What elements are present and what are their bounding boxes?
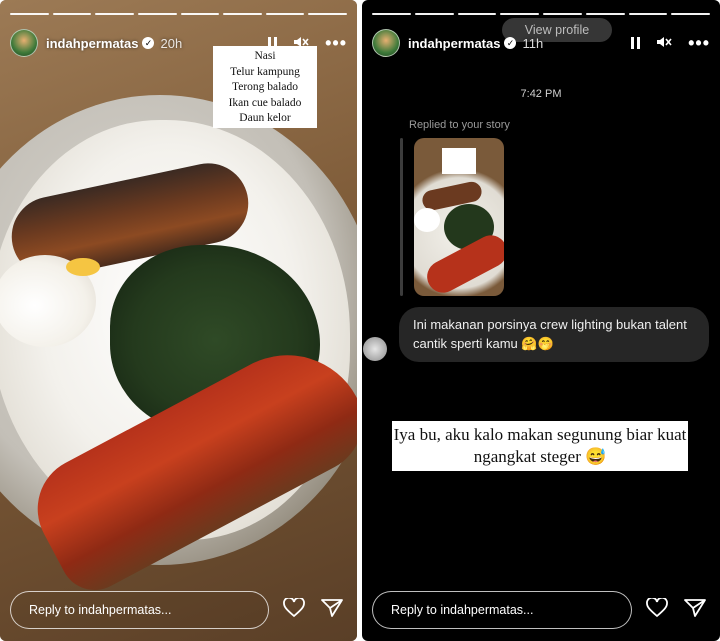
progress-segment (372, 13, 411, 15)
reply-bar: Reply to indahpermatas... (10, 591, 345, 629)
reply-bar: Reply to indahpermatas... (372, 591, 708, 629)
mute-icon[interactable] (656, 35, 672, 51)
sender-avatar[interactable] (363, 337, 387, 361)
send-icon[interactable] (682, 598, 708, 622)
right-dm-panel: View profile indahpermatas ✓ 11h ••• 7:4… (362, 0, 720, 641)
message-bubble: Ini makanan porsinya crew lighting bukan… (399, 307, 709, 362)
time-ago: 11h (522, 35, 544, 51)
progress-segment (414, 13, 454, 15)
progress-segment (223, 13, 262, 15)
verified-badge-icon: ✓ (142, 37, 155, 49)
replied-to-story-label: Replied to your story (409, 119, 510, 131)
menu-caption: Nasi Telur kampung Terong balado Ikan cu… (213, 46, 317, 128)
username[interactable]: indahpermatas (46, 36, 138, 51)
verified-badge-icon: ✓ (504, 37, 517, 49)
story-caption: Iya bu, aku kalo makan segunung biar kua… (392, 421, 688, 471)
heart-icon[interactable] (644, 596, 670, 622)
heart-icon[interactable] (281, 596, 307, 622)
menu-line: Terong balado (232, 81, 298, 93)
progress-segment (10, 13, 49, 15)
progress-segment (95, 13, 134, 15)
reply-input[interactable]: Reply to indahpermatas... (10, 591, 269, 629)
send-icon[interactable] (319, 598, 345, 622)
avatar[interactable] (372, 29, 400, 57)
left-story-panel: indahpermatas ✓ 20h ••• Nasi Telur kampu… (0, 0, 357, 641)
menu-line: Daun kelor (239, 112, 291, 124)
time-ago: 20h (160, 35, 183, 51)
progress-segment (671, 13, 710, 15)
username[interactable]: indahpermatas (408, 36, 500, 51)
reply-quote-line (400, 138, 403, 296)
menu-line: Telur kampung (230, 65, 300, 78)
egg-yolk (66, 258, 100, 276)
message-timestamp: 7:42 PM (520, 88, 562, 100)
progress-segment (137, 13, 177, 15)
progress-segment (457, 13, 497, 15)
story-thumbnail[interactable] (414, 138, 504, 296)
story-controls: ••• (631, 34, 710, 52)
more-icon[interactable]: ••• (688, 34, 710, 52)
story-header: indahpermatas ✓ 11h ••• (372, 26, 710, 60)
progress-segment (308, 13, 347, 15)
thumb-egg (414, 208, 440, 232)
progress-segment (180, 13, 220, 15)
progress-segment (585, 13, 625, 15)
avatar[interactable] (10, 29, 38, 57)
story-progress-bars (372, 13, 710, 15)
menu-line: Nasi (254, 50, 276, 62)
progress-segment (500, 13, 539, 15)
progress-segment (628, 13, 668, 15)
thumb-menu-card (442, 148, 476, 174)
more-icon[interactable]: ••• (325, 34, 347, 52)
progress-segment (52, 13, 92, 15)
menu-line: Ikan cue balado (228, 96, 302, 109)
reply-input[interactable]: Reply to indahpermatas... (372, 591, 632, 629)
story-progress-bars (10, 13, 347, 15)
pause-icon[interactable] (631, 37, 641, 49)
progress-segment (543, 13, 582, 15)
progress-segment (265, 13, 305, 15)
